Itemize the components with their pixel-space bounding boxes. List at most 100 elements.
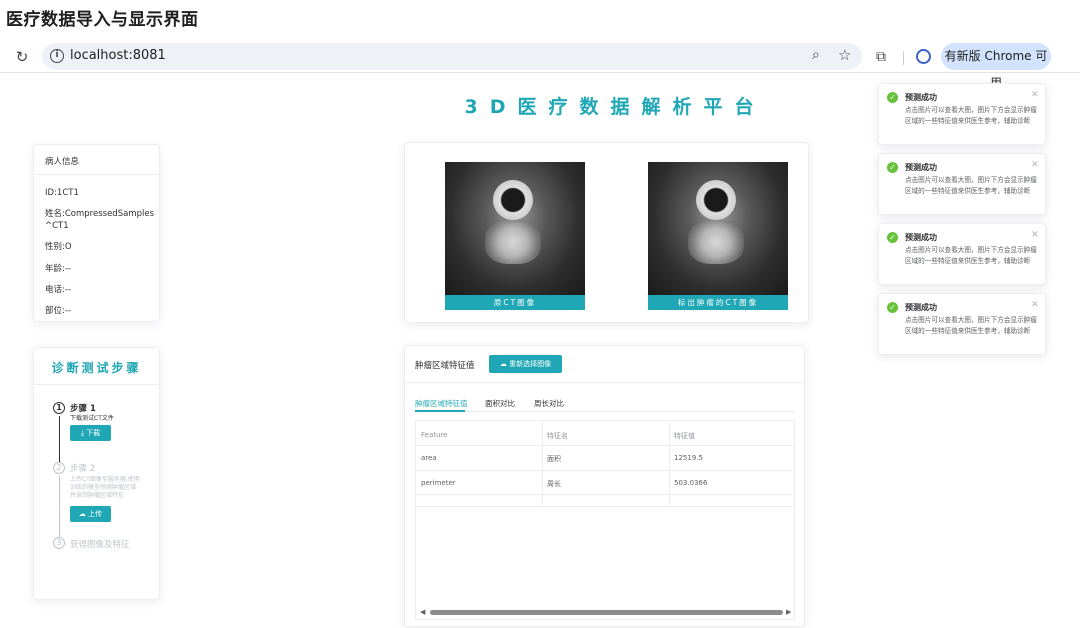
steps-divider [34,384,159,385]
upload-button[interactable]: ☁ 上传 [70,506,111,522]
bookmark-star-icon[interactable]: ☆ [838,46,851,64]
scroll-left-icon[interactable]: ◀ [420,608,425,616]
browser-toolbar: ↻ i localhost:8081 ⌕ ☆ ⧉ 有新版 Chrome 可用 [0,40,1080,90]
address-bar[interactable]: i localhost:8081 ⌕ ☆ [42,43,862,70]
notification-message: 点击图片可以查看大图，图片下方会显示肿瘤区域的一些特征值来供医生参考，辅助诊断 [905,176,1037,195]
zoom-icon[interactable]: ⌕ [812,47,820,63]
notification-message: 点击图片可以查看大图，图片下方会显示肿瘤区域的一些特征值来供医生参考，辅助诊断 [905,316,1037,335]
notification: ✓ 预测成功 ✕ 点击图片可以查看大图，图片下方会显示肿瘤区域的一些特征值来供医… [878,83,1046,145]
diagnosis-steps-card: 诊断测试步骤 1 步骤 1 下载测试CT文件 ⤓ 下载 2 步骤 2 上传CT图… [33,347,160,600]
success-check-icon: ✓ [887,162,898,173]
table-cell: 面积 [547,455,561,463]
notification: ✓ 预测成功 ✕ 点击图片可以查看大图，图片下方会显示肿瘤区域的一些特征值来供医… [878,293,1046,355]
marked-ct-image[interactable] [648,162,788,296]
page-title: 3D医疗数据解析平台 [464,96,766,118]
tab-perimeter-compare[interactable]: 周长对比 [534,398,564,409]
tab-features[interactable]: 肿瘤区域特征值 [415,398,468,409]
notification-title: 预测成功 [905,233,937,242]
scroll-right-icon[interactable]: ▶ [786,608,791,616]
download-button-label: 下载 [86,429,101,437]
active-tab-indicator [415,410,465,412]
table-cell: 503.0366 [674,479,708,487]
table-cell: perimeter [421,479,456,487]
notification-title: 预测成功 [905,93,937,102]
success-check-icon: ✓ [887,92,898,103]
patient-body-part: 部位:-- [45,306,71,316]
close-icon[interactable]: ✕ [1031,300,1039,310]
ct-vertebra-shape [493,180,533,220]
step-3-number: 3 [53,537,65,549]
patient-info-card: 病人信息 ID:1CT1 姓名:CompressedSamples^CT1 性别… [33,144,160,322]
steps-title: 诊断测试步骤 [51,361,142,375]
close-icon[interactable]: ✕ [1031,160,1039,170]
table-row-divider [416,506,794,507]
table-column-divider [542,421,543,506]
ct-body-shape [688,220,744,264]
reload-icon[interactable]: ↻ [12,47,32,67]
table-row-divider [416,494,794,495]
step-1-line [59,416,60,462]
step-3-title: 获得图像及特征 [70,540,130,550]
success-check-icon: ✓ [887,232,898,243]
patient-info-header: 病人信息 [34,145,159,175]
tumor-feature-card: 肿瘤区域特征值 ☁ 重新选择图像 肿瘤区域特征值 面积对比 周长对比 Featu… [404,345,805,627]
download-icon: ⤓ [80,429,84,437]
table-header-feature: Feature [421,431,448,439]
close-icon[interactable]: ✕ [1031,230,1039,240]
feature-table: Feature 特征名 特征值 area 面积 12519.5 perimete… [415,420,795,620]
notification: ✓ 预测成功 ✕ 点击图片可以查看大图，图片下方会显示肿瘤区域的一些特征值来供医… [878,153,1046,215]
table-cell: area [421,454,437,462]
reselect-image-button[interactable]: ☁ 重新选择图像 [489,355,562,373]
patient-id: ID:1CT1 [45,188,79,198]
profile-icon[interactable] [916,49,931,64]
download-button[interactable]: ⤓ 下载 [70,425,111,441]
notification-title: 预测成功 [905,303,937,312]
upload-cloud-icon: ☁ [78,510,86,518]
patient-age: 年龄:-- [45,264,71,274]
notification-message: 点击图片可以查看大图，图片下方会显示肿瘤区域的一些特征值来供医生参考，辅助诊断 [905,106,1037,125]
notification: ✓ 预测成功 ✕ 点击图片可以查看大图，图片下方会显示肿瘤区域的一些特征值来供医… [878,223,1046,285]
toolbar-divider [903,51,904,65]
success-check-icon: ✓ [887,302,898,313]
upload-button-label: 上传 [88,510,103,518]
ct-vertebra-shape [696,180,736,220]
notification-message: 点击图片可以查看大图，图片下方会显示肿瘤区域的一些特征值来供医生参考，辅助诊断 [905,246,1037,265]
step-1-desc: 下载测试CT文件 [70,415,114,422]
tabs-underline [415,411,795,412]
step-2-desc: 上传CT图像至服务器,使用训练的模型预测肿瘤区域并返回肿瘤区域特征 [70,476,140,500]
table-row-divider [416,445,794,446]
extensions-icon[interactable]: ⧉ [876,49,886,65]
feature-card-title: 肿瘤区域特征值 [415,361,475,371]
patient-phone: 电话:-- [45,285,71,295]
tab-area-compare[interactable]: 面积对比 [485,398,515,409]
step-2-line [59,476,60,537]
ct-image-card: 原CT图像 标出肿瘤的CT图像 [404,142,809,323]
marked-ct-caption: 标出肿瘤的CT图像 [648,295,788,310]
close-icon[interactable]: ✕ [1031,90,1039,100]
scrollbar-thumb[interactable] [430,610,783,615]
table-header-name: 特征名 [547,432,568,440]
page-caption: 医疗数据导入与显示界面 [6,10,199,30]
site-info-icon[interactable]: i [50,49,64,63]
patient-name: 姓名:CompressedSamples^CT1 [45,209,154,231]
feature-divider [405,382,804,383]
cloud-icon: ☁ [499,360,507,368]
horizontal-scrollbar[interactable]: ◀ ▶ [420,608,791,616]
step-2-number: 2 [53,462,65,474]
notification-title: 预测成功 [905,163,937,172]
step-1-title: 步骤 1 [70,404,96,414]
patient-sex: 性别:O [45,242,72,252]
table-row-divider [416,470,794,471]
original-ct-caption: 原CT图像 [445,295,585,310]
table-cell: 周长 [547,480,561,488]
step-1-number: 1 [53,402,65,414]
url-text[interactable]: localhost:8081 [70,48,166,63]
step-2-title: 步骤 2 [70,464,96,474]
table-header-value: 特征值 [674,432,695,440]
reselect-button-label: 重新选择图像 [509,360,552,368]
table-cell: 12519.5 [674,454,703,462]
table-column-divider [669,421,670,506]
ct-body-shape [485,220,541,264]
original-ct-image[interactable] [445,162,585,296]
chrome-update-button[interactable]: 有新版 Chrome 可用 [941,43,1051,90]
